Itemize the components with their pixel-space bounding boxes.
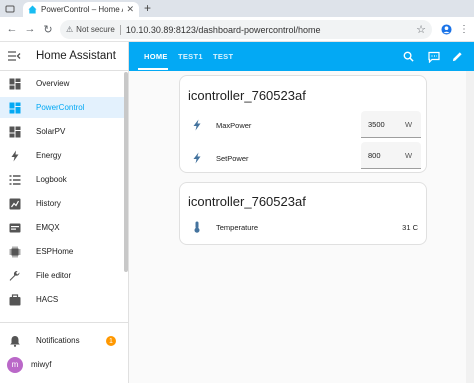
sidebar-item-label: Notifications [36, 336, 80, 345]
setpower-unit: W [405, 151, 413, 160]
energy-icon [8, 149, 22, 163]
sidebar: Home Assistant Overview PowerControl Sol… [0, 42, 129, 383]
overview-icon [8, 77, 22, 91]
sidebar-item-label: Logbook [36, 175, 67, 184]
entity-name-setpower[interactable]: SetPower [216, 154, 249, 163]
warning-icon[interactable]: ⚠ [66, 25, 73, 34]
omnibox-divider [119, 24, 121, 35]
browser-tab[interactable]: PowerControl – Home Assistant ✕ [23, 2, 139, 17]
url-text[interactable]: 10.10.30.89:8123/dashboard-powercontrol/… [126, 25, 416, 35]
flash-icon [191, 119, 203, 131]
esphome-icon [8, 245, 22, 259]
thermometer-icon [191, 221, 203, 233]
user-name: miwyf [31, 360, 52, 369]
browser-tab-title: PowerControl – Home Assistant [41, 5, 123, 14]
sidebar-item-label: File editor [36, 271, 72, 280]
sidebar-item-powercontrol[interactable]: PowerControl [0, 97, 124, 118]
sidebar-title: Home Assistant [36, 50, 116, 62]
sidebar-item-logbook[interactable]: Logbook [0, 169, 124, 190]
bell-icon [8, 334, 22, 348]
sidebar-item-hacs[interactable]: HACS [0, 289, 124, 310]
address-bar[interactable]: ⚠ Not secure 10.10.30.89:8123/dashboard-… [60, 20, 432, 39]
maxpower-unit: W [405, 120, 413, 129]
browser-toolbar: ← → ↻ ⚠ Not secure 10.10.30.89:8123/dash… [0, 17, 474, 42]
tab-close-icon[interactable]: ✕ [126, 5, 134, 14]
setpower-number-input[interactable]: 800 W [361, 142, 421, 169]
browser-tab-strip: PowerControl – Home Assistant ✕ + [0, 0, 474, 17]
entities-card: icontroller_760523af Temperature 31 C [179, 182, 427, 245]
maxpower-value[interactable]: 3500 [368, 120, 385, 129]
dashboard-icon [8, 125, 22, 139]
sidebar-item-user[interactable]: m miwyf [0, 354, 124, 375]
tab-search-icon[interactable] [3, 2, 17, 15]
sidebar-item-label: SolarPV [36, 127, 66, 136]
maxpower-number-input[interactable]: 3500 W [361, 111, 421, 138]
reload-icon[interactable]: ↻ [41, 22, 55, 36]
setpower-value[interactable]: 800 [368, 151, 381, 160]
tab-test[interactable]: TEST [213, 42, 233, 71]
card-title: icontroller_760523af [188, 88, 306, 103]
notification-count-badge: 1 [106, 336, 116, 346]
search-icon[interactable] [401, 49, 416, 64]
dashboard-icon [8, 101, 22, 115]
assist-chat-icon[interactable] [426, 49, 441, 64]
forward-arrow-icon[interactable]: → [23, 22, 37, 36]
sidebar-item-file-editor[interactable]: File editor [0, 265, 124, 286]
sidebar-item-label: HACS [36, 295, 59, 304]
browser-menu-icon[interactable]: ⋮ [457, 22, 471, 36]
flash-icon [191, 152, 203, 164]
logbook-icon [8, 173, 22, 187]
sidebar-item-solarpv[interactable]: SolarPV [0, 121, 124, 142]
entity-name-maxpower[interactable]: MaxPower [216, 121, 251, 130]
security-label[interactable]: Not secure [76, 25, 115, 34]
sidebar-item-overview[interactable]: Overview [0, 73, 124, 94]
back-arrow-icon[interactable]: ← [5, 22, 19, 36]
sidebar-item-esphome[interactable]: ESPHome [0, 241, 124, 262]
sidebar-item-label: Overview [36, 79, 70, 88]
entities-card: icontroller_760523af MaxPower 3500 W Set… [179, 75, 427, 173]
bookmark-star-icon[interactable]: ☆ [416, 23, 426, 36]
hacs-icon [8, 293, 22, 307]
sidebar-item-energy[interactable]: Energy [0, 145, 124, 166]
emqx-icon [8, 221, 22, 235]
page-scrollbar[interactable] [466, 71, 474, 383]
sidebar-item-history[interactable]: History [0, 193, 124, 214]
wrench-icon [8, 269, 22, 283]
sidebar-item-label: ESPHome [36, 247, 74, 256]
entity-name-temperature[interactable]: Temperature [216, 223, 258, 232]
sidebar-item-label: History [36, 199, 61, 208]
app-header: HOME TEST1 TEST [129, 42, 474, 71]
tab-test1[interactable]: TEST1 [178, 42, 203, 71]
sidebar-item-label: Energy [36, 151, 62, 160]
sidebar-header: Home Assistant [0, 42, 128, 71]
sidebar-item-notifications[interactable]: Notifications 1 [0, 330, 124, 351]
sidebar-scrollbar[interactable] [124, 72, 128, 272]
card-title: icontroller_760523af [188, 194, 306, 209]
history-icon [8, 197, 22, 211]
sidebar-divider [0, 322, 128, 323]
edit-pencil-icon[interactable] [450, 49, 465, 64]
active-tab-indicator [138, 68, 168, 70]
avatar: m [7, 356, 23, 373]
home-assistant-favicon-icon [28, 5, 37, 14]
sidebar-item-label: PowerControl [36, 103, 85, 112]
sidebar-item-emqx[interactable]: EMQX [0, 217, 124, 238]
sidebar-item-label: EMQX [36, 223, 60, 232]
tab-home[interactable]: HOME [144, 42, 168, 71]
sidebar-toggle-icon[interactable] [0, 42, 28, 71]
profile-icon[interactable] [439, 22, 453, 36]
temperature-value: 31 C [402, 223, 418, 232]
new-tab-button[interactable]: + [144, 2, 151, 14]
